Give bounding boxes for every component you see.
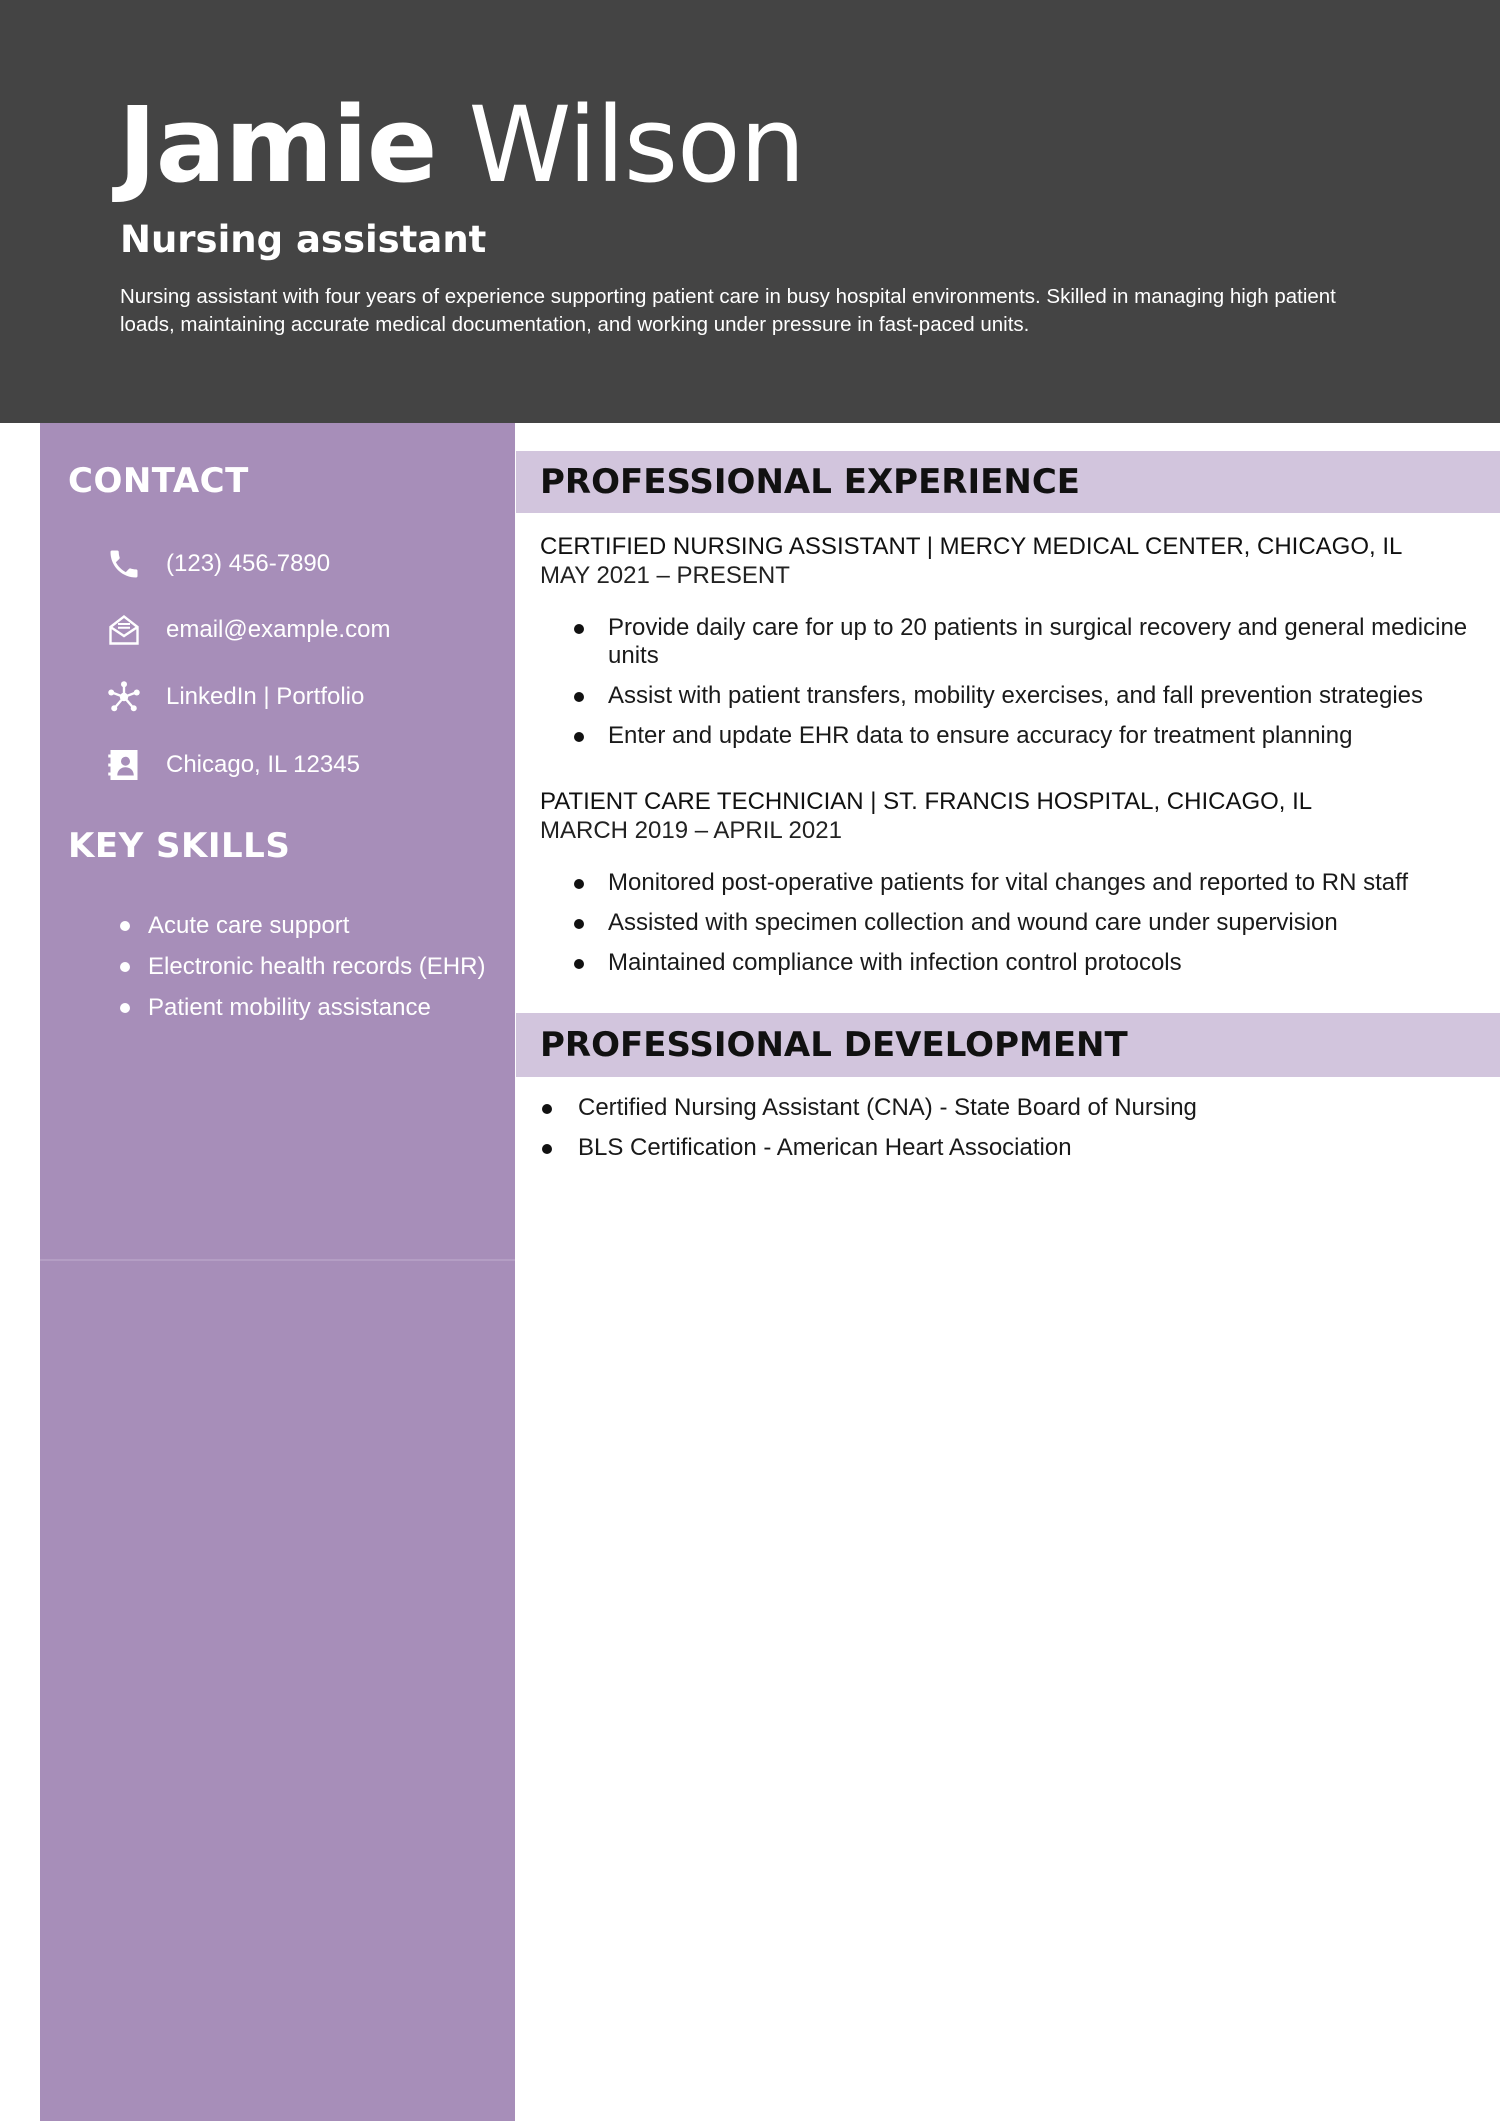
contact-links: LinkedIn | Portfolio	[106, 677, 364, 717]
key-skills-list: Acute care support Electronic health rec…	[72, 911, 492, 1034]
contact-card-icon	[108, 750, 138, 780]
job-role: PATIENT CARE TECHNICIAN | ST. FRANCIS HO…	[540, 788, 1313, 815]
sidebar: CONTACT (123) 456-7890 email@example.com…	[40, 423, 515, 2121]
job-bullet: Enter and update EHR data to ensure accu…	[540, 722, 1480, 750]
job-bullet: Maintained compliance with infection con…	[540, 949, 1480, 977]
job-title: Nursing assistant	[120, 218, 487, 261]
job-entry: PATIENT CARE TECHNICIAN | ST. FRANCIS HO…	[540, 787, 1480, 989]
network-icon	[108, 681, 140, 712]
skill-item: Acute care support	[72, 911, 492, 940]
email-address: email@example.com	[166, 616, 391, 643]
page-fold-divider	[40, 1259, 515, 1261]
development-section-bar: PROFESSIONAL DEVELOPMENT	[516, 1013, 1500, 1077]
job-bullet: Monitored post-operative patients for vi…	[540, 869, 1480, 897]
profile-summary: Nursing assistant with four years of exp…	[120, 285, 1336, 336]
last-name: Wilson	[468, 84, 806, 206]
experience-section-bar: PROFESSIONAL EXPERIENCE	[516, 451, 1500, 513]
experience-heading: PROFESSIONAL EXPERIENCE	[540, 462, 1080, 502]
phone-number: (123) 456-7890	[166, 550, 331, 577]
job-entry: CERTIFIED NURSING ASSISTANT | MERCY MEDI…	[540, 532, 1480, 762]
development-heading: PROFESSIONAL DEVELOPMENT	[540, 1025, 1128, 1065]
development-item: BLS Certification - American Heart Assoc…	[540, 1134, 1480, 1162]
envelope-icon	[109, 614, 139, 645]
development-item: Certified Nursing Assistant (CNA) - Stat…	[540, 1094, 1480, 1122]
contact-heading: CONTACT	[68, 461, 249, 501]
development-list: Certified Nursing Assistant (CNA) - Stat…	[540, 1094, 1480, 1174]
job-bullet: Assisted with specimen collection and wo…	[540, 909, 1480, 937]
job-bullet: Provide daily care for up to 20 patients…	[540, 614, 1480, 670]
skill-item: Patient mobility assistance	[72, 993, 492, 1022]
skill-item: Electronic health records (EHR)	[72, 952, 492, 981]
job-bullet: Assist with patient transfers, mobility …	[540, 682, 1480, 710]
job-dates: MARCH 2019 – APRIL 2021	[540, 817, 842, 844]
candidate-name: Jamie Wilson	[118, 88, 806, 202]
contact-email: email@example.com	[106, 610, 390, 650]
first-name: Jamie	[118, 84, 437, 206]
key-skills-heading: KEY SKILLS	[68, 826, 291, 866]
job-bullets: Monitored post-operative patients for vi…	[540, 869, 1480, 977]
contact-location: Chicago, IL 12345	[106, 745, 360, 785]
resume-header: Jamie Wilson Nursing assistant Nursing a…	[0, 0, 1500, 423]
job-dates: MAY 2021 – PRESENT	[540, 562, 790, 589]
job-bullets: Provide daily care for up to 20 patients…	[540, 614, 1480, 750]
linkedin-portfolio: LinkedIn | Portfolio	[166, 683, 365, 710]
phone-icon	[110, 550, 138, 578]
job-role: CERTIFIED NURSING ASSISTANT | MERCY MEDI…	[540, 533, 1403, 560]
contact-phone: (123) 456-7890	[106, 544, 330, 584]
location: Chicago, IL 12345	[166, 751, 360, 778]
